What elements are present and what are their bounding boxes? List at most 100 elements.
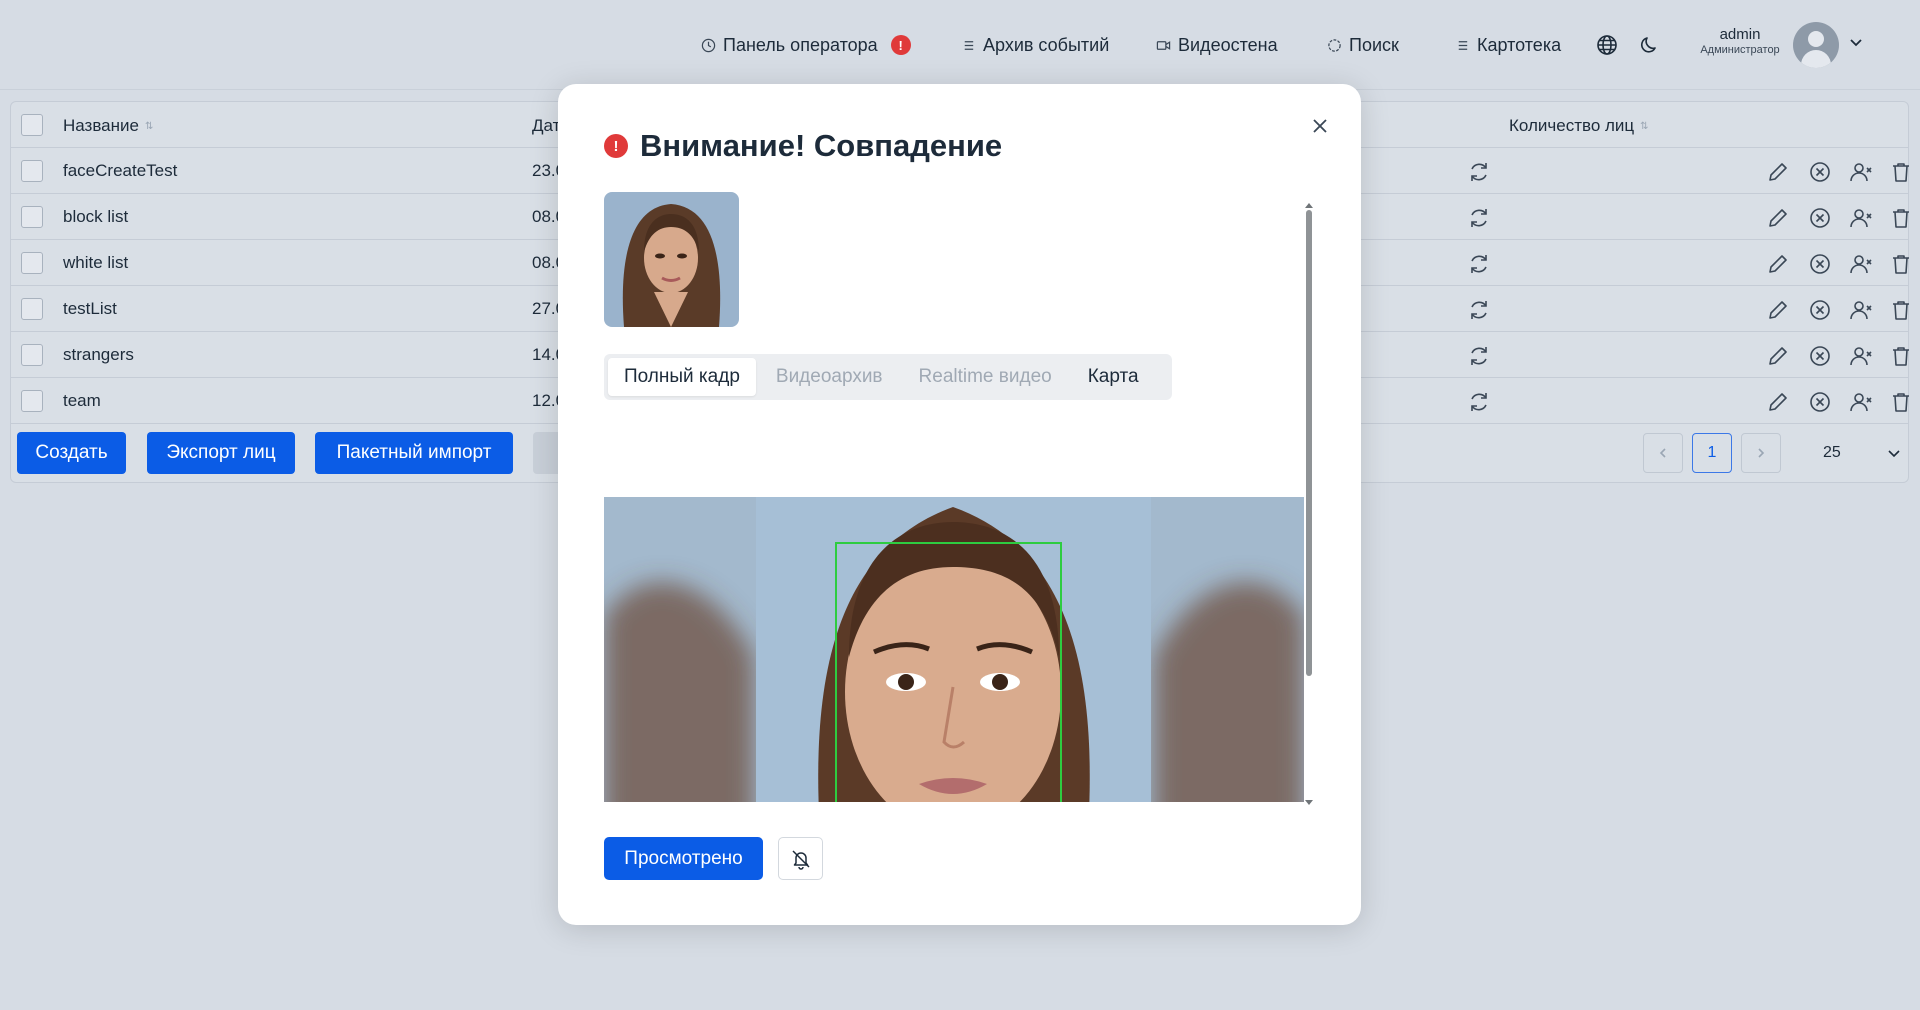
nav-video-wall-label: Видеостена	[1178, 34, 1278, 55]
prev-page-button[interactable]	[1643, 433, 1683, 473]
nav-card-index-label: Картотека	[1477, 34, 1562, 55]
remove-person-icon	[1850, 255, 1872, 274]
match-alert-modal: ! Внимание! Совпадение Полный кадр Видео…	[558, 84, 1361, 925]
remove-faces-button[interactable]	[1849, 206, 1873, 230]
remove-faces-button[interactable]	[1849, 390, 1873, 414]
tab-full-frame[interactable]: Полный кадр	[608, 358, 756, 396]
export-faces-button[interactable]: Экспорт лиц	[147, 432, 295, 474]
chevron-down-icon	[1888, 450, 1900, 458]
tab-video-archive[interactable]: Видеоархив	[760, 358, 899, 396]
remove-faces-button[interactable]	[1849, 252, 1873, 276]
nav-search[interactable]: Поиск	[1327, 31, 1399, 59]
block-button[interactable]	[1808, 252, 1832, 276]
delete-button[interactable]	[1889, 252, 1913, 276]
avatar[interactable]	[1793, 22, 1839, 68]
remove-faces-button[interactable]	[1849, 160, 1873, 184]
delete-button[interactable]	[1889, 344, 1913, 368]
edit-icon	[1769, 255, 1787, 273]
select-all-checkbox[interactable]	[21, 114, 43, 136]
block-icon	[1810, 254, 1830, 274]
block-icon	[1810, 208, 1830, 228]
block-button[interactable]	[1808, 160, 1832, 184]
batch-import-button[interactable]: Пакетный импорт	[315, 432, 513, 474]
edit-button[interactable]	[1766, 160, 1790, 184]
row-checkbox[interactable]	[21, 344, 43, 366]
delete-button[interactable]	[1889, 298, 1913, 322]
edit-button[interactable]	[1766, 206, 1790, 230]
per-page-select[interactable]: 25	[1811, 433, 1907, 473]
refresh-button[interactable]	[1467, 298, 1491, 322]
remove-faces-button[interactable]	[1849, 298, 1873, 322]
user-menu-chevron[interactable]	[1848, 34, 1864, 55]
scrollbar-thumb[interactable]	[1306, 210, 1312, 676]
user-info[interactable]: admin Администратор	[1680, 26, 1800, 57]
scroll-down-arrow[interactable]	[1304, 794, 1314, 805]
face-thumbnail[interactable]	[604, 192, 739, 327]
edit-button[interactable]	[1766, 252, 1790, 276]
block-button[interactable]	[1808, 344, 1832, 368]
nav-video-wall[interactable]: Видеостена	[1156, 31, 1278, 59]
globe-icon	[1597, 35, 1617, 55]
edit-icon	[1769, 163, 1787, 181]
block-icon	[1810, 162, 1830, 182]
block-button[interactable]	[1808, 390, 1832, 414]
modal-scroll-area[interactable]: Полный кадр Видеоархив Realtime видео Ка…	[604, 192, 1319, 802]
language-button[interactable]	[1594, 32, 1620, 58]
nav-operator-panel[interactable]: Панель оператора !	[701, 31, 911, 59]
cell-name: team	[63, 391, 101, 410]
row-checkbox[interactable]	[21, 206, 43, 228]
row-checkbox[interactable]	[21, 252, 43, 274]
refresh-button[interactable]	[1467, 344, 1491, 368]
sort-icon: ⇅	[144, 120, 154, 132]
viewed-button[interactable]: Просмотрено	[604, 837, 763, 880]
refresh-button[interactable]	[1467, 390, 1491, 414]
edit-button[interactable]	[1766, 344, 1790, 368]
page-number-button[interactable]: 1	[1692, 433, 1732, 473]
refresh-button[interactable]	[1467, 252, 1491, 276]
row-checkbox[interactable]	[21, 298, 43, 320]
tab-map[interactable]: Карта	[1072, 358, 1155, 396]
nav-events-archive[interactable]: Архив событий	[961, 31, 1109, 59]
caret-down-icon	[1305, 800, 1313, 805]
trash-icon	[1893, 301, 1909, 320]
remove-faces-button[interactable]	[1849, 344, 1873, 368]
trash-icon	[1893, 393, 1909, 412]
refresh-icon	[1471, 301, 1487, 319]
mute-notifications-button[interactable]	[778, 837, 823, 880]
alert-icon: !	[604, 134, 628, 158]
nav-events-archive-label: Архив событий	[983, 34, 1110, 55]
theme-toggle-button[interactable]	[1637, 32, 1663, 58]
modal-title: Внимание! Совпадение	[640, 128, 1003, 163]
delete-button[interactable]	[1889, 160, 1913, 184]
edit-button[interactable]	[1766, 390, 1790, 414]
moon-icon	[1641, 37, 1656, 53]
cell-name: faceCreateTest	[63, 161, 178, 180]
header-date[interactable]: Дат	[532, 116, 560, 136]
block-button[interactable]	[1808, 206, 1832, 230]
scroll-up-arrow[interactable]	[1304, 196, 1314, 208]
row-checkbox[interactable]	[21, 390, 43, 412]
close-button[interactable]	[1308, 114, 1332, 138]
row-checkbox[interactable]	[21, 160, 43, 182]
delete-button[interactable]	[1889, 390, 1913, 414]
delete-button[interactable]	[1889, 206, 1913, 230]
avatar-body	[1801, 50, 1831, 68]
refresh-button[interactable]	[1467, 160, 1491, 184]
next-page-button[interactable]	[1741, 433, 1781, 473]
edit-icon	[1769, 347, 1787, 365]
bell-off-icon	[791, 849, 810, 870]
chevron-right-icon	[1758, 448, 1765, 458]
edit-button[interactable]	[1766, 298, 1790, 322]
tab-realtime-video[interactable]: Realtime видео	[903, 358, 1068, 396]
refresh-button[interactable]	[1467, 206, 1491, 230]
remove-person-icon	[1850, 393, 1872, 412]
remove-person-icon	[1850, 301, 1872, 320]
header-faces-count[interactable]: Количество лиц ⇅	[1509, 116, 1649, 136]
camera-icon	[1156, 40, 1171, 50]
header-name-label: Название	[63, 116, 139, 135]
cell-name: strangers	[63, 345, 134, 364]
nav-card-index[interactable]: Картотека	[1455, 31, 1561, 59]
block-button[interactable]	[1808, 298, 1832, 322]
header-name[interactable]: Название ⇅	[63, 116, 153, 136]
create-button[interactable]: Создать	[17, 432, 126, 474]
